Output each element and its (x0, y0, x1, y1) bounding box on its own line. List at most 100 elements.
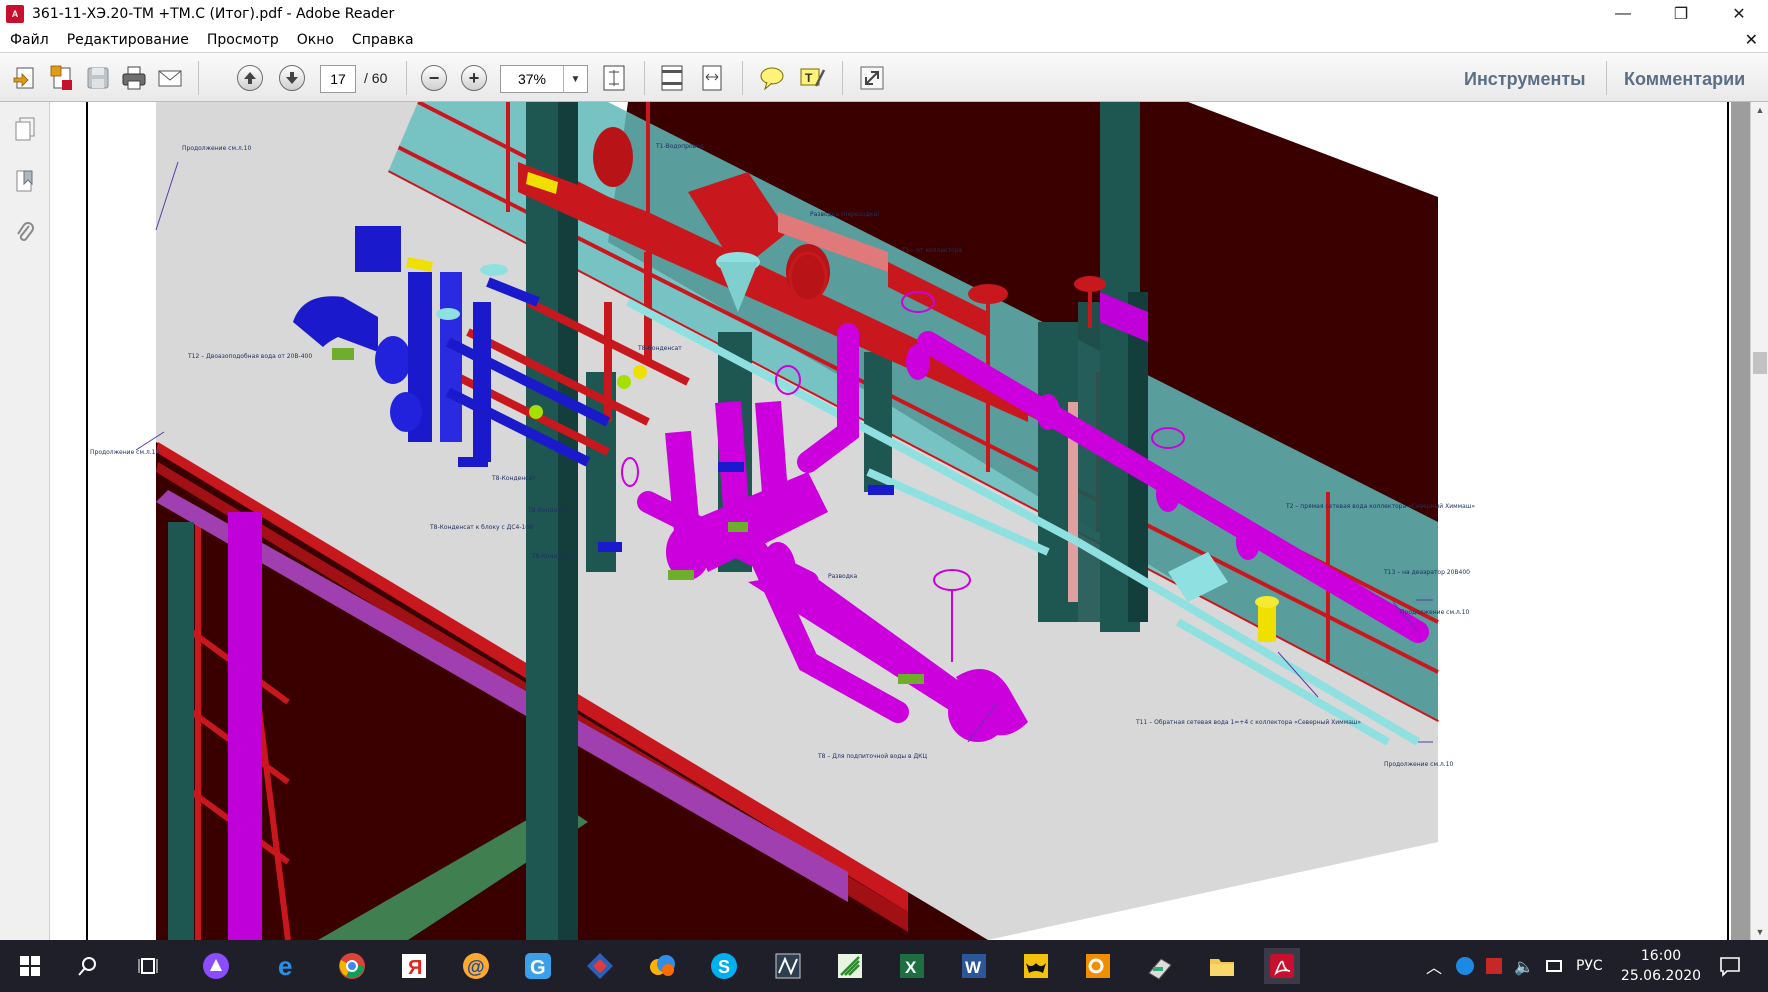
bookmark-icon[interactable] (12, 166, 38, 196)
excel-icon[interactable]: X (894, 948, 930, 984)
highlight-text-button[interactable]: T (796, 62, 828, 94)
svg-text:G: G (530, 957, 546, 979)
mail-agent-icon[interactable]: @ (458, 948, 494, 984)
menu-help[interactable]: Справка (343, 32, 423, 48)
save-button[interactable] (82, 62, 114, 94)
menu-edit[interactable]: Редактирование (58, 32, 198, 48)
minus-icon: − (421, 65, 447, 91)
drawing-label: Т8-Конденсат (491, 475, 536, 482)
menu-window[interactable]: Окно (288, 32, 343, 48)
clock-date: 25.06.2020 (1620, 968, 1702, 984)
drawing-label: Т8-Конденсат (531, 553, 576, 560)
document-viewport[interactable]: Продолжение см.л.10 Продолжение см.л.10 … (51, 102, 1750, 940)
bat-app-icon[interactable] (1018, 948, 1054, 984)
drawing-label: Т8-Конденсат (637, 345, 682, 352)
notification-icon (1720, 957, 1740, 977)
isometric-piping-drawing: Продолжение см.л.10 Продолжение см.л.10 … (90, 102, 1475, 940)
fit-width-button[interactable] (696, 62, 728, 94)
vertical-scrollbar[interactable]: ▲ ▼ (1750, 102, 1768, 940)
yandex-browser-icon[interactable]: Я (396, 948, 432, 984)
g-app-icon[interactable]: G (520, 948, 556, 984)
restore-button[interactable]: ❐ (1652, 0, 1710, 28)
drawing-label: Т11 – Обратная сетевая вода 1=+4 с колле… (1135, 719, 1361, 726)
chrome-browser-icon[interactable] (334, 948, 370, 984)
tray-app-icon[interactable] (1486, 958, 1503, 974)
system-tray: ︿ 🔈 РУС (1426, 940, 1603, 992)
toolbar: 17 / 60 − + 37% ▼ T Инструменты Коммента… (0, 52, 1768, 102)
scrollbar-thumb[interactable] (1753, 352, 1767, 374)
close-document-button[interactable]: ✕ (1745, 30, 1758, 50)
svg-text:e: e (278, 951, 292, 981)
svg-text:S: S (718, 957, 730, 977)
zoom-select[interactable]: 37% ▼ (500, 65, 588, 93)
export-pdf-button[interactable] (46, 62, 78, 94)
skype-icon[interactable]: S (706, 948, 742, 984)
fit-page-icon (603, 65, 625, 91)
sticky-note-button[interactable] (756, 62, 788, 94)
close-button[interactable]: ✕ (1710, 0, 1768, 28)
page-number-input[interactable]: 17 (320, 65, 356, 93)
diamond-app-icon[interactable] (582, 948, 618, 984)
fit-page-button[interactable] (598, 62, 630, 94)
menu-file[interactable]: Файл (0, 32, 58, 48)
green-app-icon[interactable] (832, 948, 868, 984)
notifications-button[interactable] (1712, 948, 1748, 984)
expand-icon (860, 66, 884, 90)
save-icon (87, 67, 109, 89)
scanner-app-icon[interactable] (1142, 948, 1178, 984)
page-total: / 60 (364, 70, 388, 86)
system-clock[interactable]: 16:00 25.06.2020 (1618, 946, 1704, 986)
drawing-label: Т1 – от коллектора (901, 247, 963, 254)
page-thumbnails-icon[interactable] (12, 114, 38, 144)
task-view-button[interactable] (130, 948, 166, 984)
create-pdf-button[interactable] (10, 62, 42, 94)
next-page-button[interactable] (276, 62, 308, 94)
edge-browser-icon[interactable]: e (270, 948, 306, 984)
zoom-in-button[interactable]: + (458, 62, 490, 94)
export-pdf-icon (50, 65, 72, 90)
email-button[interactable] (154, 62, 186, 94)
drawing-label: Продолжение см.л.10 (182, 145, 251, 152)
scroll-down-icon[interactable]: ▼ (1751, 924, 1768, 940)
paperclip-icon[interactable] (12, 218, 38, 248)
envelope-icon (158, 70, 182, 87)
menu-bar: Файл Редактирование Просмотр Окно Справк… (0, 28, 1768, 52)
previous-page-button[interactable] (234, 62, 266, 94)
windows-taskbar: e Я @ G S X W ︿ 🔈 РУС 16:00 25.06.2020 (0, 940, 1768, 992)
outlook-icon[interactable] (1080, 948, 1116, 984)
network-app-icon[interactable] (1456, 957, 1475, 975)
arrow-up-icon (237, 65, 263, 91)
svg-text:Я: Я (408, 957, 422, 979)
chevron-up-icon[interactable]: ︿ (1426, 954, 1442, 978)
search-button[interactable] (70, 948, 106, 984)
fit-width-icon (702, 65, 722, 91)
adobe-reader-taskbar-icon[interactable] (1264, 948, 1300, 984)
cloud-app-icon[interactable] (644, 948, 680, 984)
alice-app-icon[interactable] (198, 948, 234, 984)
task-view-icon (138, 958, 158, 974)
drawing-label: Продолжение см.л.10 (90, 449, 159, 456)
file-explorer-icon[interactable] (1204, 948, 1240, 984)
scroll-up-icon[interactable]: ▲ (1751, 102, 1768, 118)
drawing-label: Т8-Конденсат (527, 507, 572, 514)
single-page-view-button[interactable] (656, 62, 688, 94)
comment-bubble-icon (760, 67, 784, 91)
navisworks-icon[interactable] (770, 948, 806, 984)
word-icon[interactable]: W (956, 948, 992, 984)
drawing-label: Т8 – Для подпиточной воды в ДКЦ (817, 753, 927, 760)
drawing-label: Т2 – прямая сетевая вода коллектора «Сев… (1285, 503, 1475, 510)
chevron-down-icon[interactable]: ▼ (563, 66, 587, 92)
comments-panel-button[interactable]: Комментарии (1624, 69, 1745, 90)
display-icon[interactable] (1545, 960, 1562, 972)
full-screen-button[interactable] (856, 62, 888, 94)
menu-view[interactable]: Просмотр (198, 32, 288, 48)
volume-icon[interactable]: 🔈 (1514, 957, 1534, 976)
minimize-button[interactable]: — (1594, 0, 1652, 28)
keyboard-language[interactable]: РУС (1576, 958, 1603, 974)
clock-time: 16:00 (1640, 948, 1682, 964)
start-button[interactable] (12, 948, 48, 984)
zoom-out-button[interactable]: − (418, 62, 450, 94)
tools-panel-button[interactable]: Инструменты (1464, 69, 1586, 90)
page-view-icon (661, 65, 683, 91)
print-button[interactable] (118, 62, 150, 94)
